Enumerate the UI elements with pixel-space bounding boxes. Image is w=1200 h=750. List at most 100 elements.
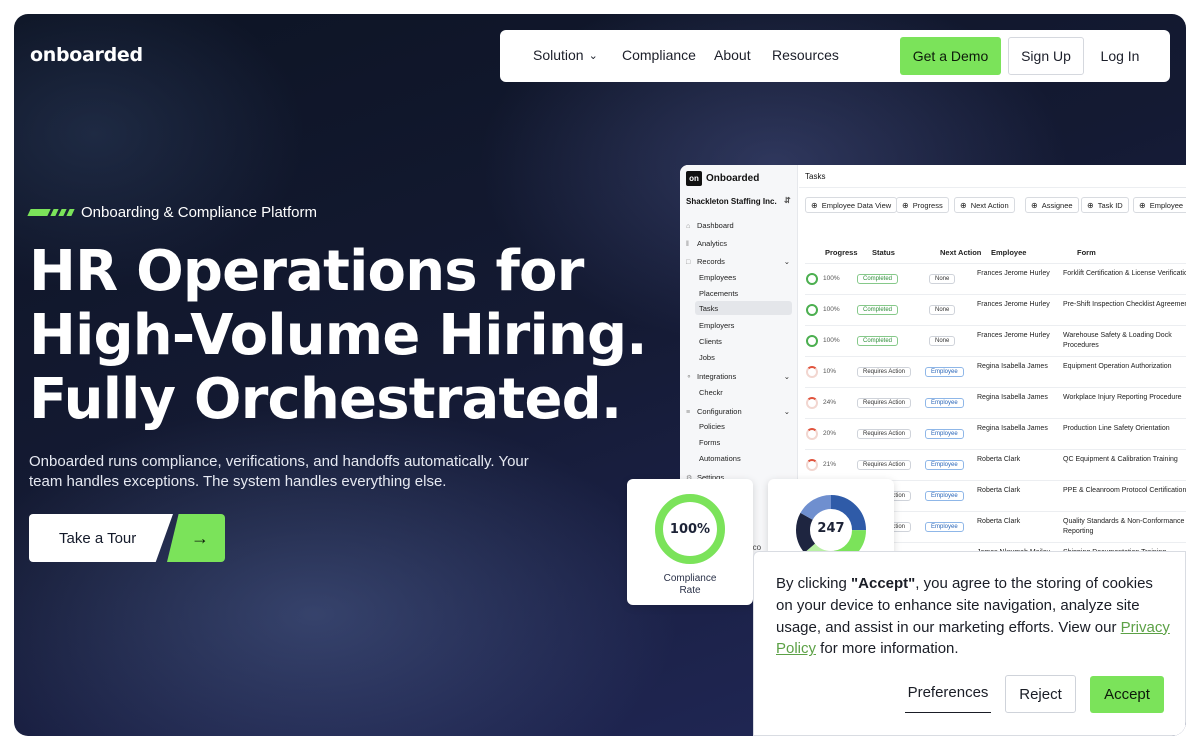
accept-button[interactable]: Accept [1090, 676, 1164, 713]
sidebar-item-employees: Employees [699, 273, 737, 282]
table-row[interactable]: 10% Requires Action Employee Regina Isabell… [805, 356, 1186, 387]
next-action-badge: None [929, 336, 956, 346]
updown-chevron-icon: ⇵ [784, 196, 791, 205]
status-badge: Completed [857, 274, 899, 284]
progress-percent: 24% [823, 399, 837, 406]
filter-label: Progress [912, 200, 943, 210]
next-action-badge: None [929, 274, 956, 284]
col-progress: Progress [825, 248, 858, 257]
headline-line-2: High-Volume Hiring. [29, 303, 648, 368]
progress-ring-icon [806, 273, 818, 285]
nav-solution[interactable]: Solution ⌄ [533, 47, 598, 63]
status-badge: Completed [857, 305, 899, 315]
employee-name: Roberta Clark [977, 487, 1021, 494]
cookie-text-end: for more information. [816, 640, 959, 658]
folder-icon: □ [686, 259, 691, 266]
progress-percent: 21% [823, 461, 837, 468]
progress-ring-icon [806, 366, 818, 378]
compliance-rate-card: 100% Compliance Rate [627, 479, 753, 605]
plus-circle-icon: ⊕ [811, 200, 818, 210]
platform-tag-text: Onboarding & Compliance Platform [81, 204, 317, 221]
table-row[interactable]: 100% Completed None Frances Jerome Hurley Wa… [805, 325, 1186, 356]
form-name: Production Line Safety Orientation [1063, 425, 1170, 432]
progress-percent: 20% [823, 430, 837, 437]
table-row[interactable]: 21% Requires Action Employee Roberta Clark Q… [805, 449, 1186, 480]
reject-button[interactable]: Reject [1005, 675, 1076, 713]
form-name: PPE & Cleanroom Protocol Certification [1063, 487, 1186, 494]
sidebar-item-checkr: Checkr [699, 388, 723, 397]
chevron-down-icon: ⌄ [783, 407, 790, 416]
cookie-accept-quote: "Accept" [851, 575, 916, 592]
sidebar-item-clients: Clients [699, 337, 722, 346]
rate-label-line-1: Compliance [663, 573, 717, 584]
hero-headline: HR Operations for High-Volume Hiring. Fu… [29, 240, 648, 432]
plus-circle-icon: ⊕ [902, 200, 909, 210]
sliders-icon: ≡ [686, 409, 691, 416]
progress-percent: 100% [823, 306, 840, 313]
employee-name: Frances Jerome Hurley [977, 270, 1050, 277]
filter-employee: ⊕ Employee [1133, 197, 1186, 213]
status-badge: Requires Action [857, 429, 912, 439]
sidebar-item-dashboard: ⌂ Dashboard [686, 221, 734, 230]
sidebar-label: Dashboard [697, 221, 734, 230]
chevron-down-icon: ⌄ [783, 257, 790, 266]
next-action-badge: Employee [925, 429, 964, 439]
form-name: Warehouse Safety & Loading Dock Procedur… [1063, 332, 1172, 349]
col-employee: Employee [991, 248, 1027, 257]
sidebar-item-placements: Placements [699, 289, 739, 298]
plug-icon: ⚬ [686, 374, 692, 381]
form-name: Forklift Certification & License Verific… [1063, 270, 1186, 277]
next-action-badge: Employee [925, 491, 964, 501]
filter-task-id: ⊕ Task ID [1081, 197, 1129, 213]
next-action-badge: None [929, 305, 956, 315]
table-row[interactable]: 24% Requires Action Employee Regina Isabell… [805, 387, 1186, 418]
get-demo-button[interactable]: Get a Demo [900, 37, 1001, 75]
progress-percent: 100% [823, 337, 840, 344]
filter-label: Assignee [1041, 200, 1073, 210]
next-action-badge: Employee [925, 522, 964, 532]
nav-about[interactable]: About [714, 47, 751, 63]
table-row[interactable]: 100% Completed None Frances Jerome Hurley Pr… [805, 294, 1186, 325]
filter-progress: ⊕ Progress [896, 197, 949, 213]
hero-subtext: Onboarded runs compliance, verifications… [29, 453, 529, 490]
filter-label: Employee Data View [821, 200, 892, 210]
plus-circle-icon: ⊕ [960, 200, 967, 210]
nav-compliance[interactable]: Compliance [622, 47, 696, 63]
col-status: Status [872, 248, 895, 257]
next-action-badge: Employee [925, 460, 964, 470]
col-form: Form [1077, 248, 1096, 257]
nav-resources[interactable]: Resources [772, 47, 839, 63]
employee-name: Regina Isabella James [977, 363, 1048, 370]
sidebar-item-analytics: ‖ Analytics [686, 239, 727, 248]
status-badge: Requires Action [857, 367, 912, 377]
preferences-button[interactable]: Preferences [905, 673, 991, 713]
table-row[interactable]: 20% Requires Action Employee Regina Isabell… [805, 418, 1186, 449]
log-in-button[interactable]: Log In [1098, 37, 1142, 75]
chart-icon: ‖ [686, 241, 689, 248]
form-name: Pre-Shift Inspection Checklist Agreement [1063, 301, 1186, 308]
table-row[interactable]: 100% Completed None Frances Jerome Hurley Fo… [805, 263, 1186, 294]
next-action-badge: Employee [925, 367, 964, 377]
platform-tag: Onboarding & Compliance Platform [27, 204, 317, 221]
sidebar-item-records: □ Records ⌄ [686, 257, 792, 266]
arrow-right-icon[interactable]: → [167, 514, 225, 562]
dashboard-preview: on Onboarded Shackleton Staffing Inc. ⇵ … [680, 165, 1186, 565]
take-tour-button[interactable]: Take a Tour [29, 514, 173, 562]
filter-label: Employee [1149, 200, 1184, 210]
employee-name: Roberta Clark [977, 518, 1021, 525]
divider [799, 187, 1186, 188]
onboarded-logo[interactable]: onboarded [30, 44, 143, 66]
plus-circle-icon: ⊕ [1087, 200, 1094, 210]
col-next-action: Next Action [940, 248, 982, 257]
hero-section: onboarded Solution ⌄ Compliance About Res… [14, 14, 1186, 736]
sidebar-label: Integrations [697, 372, 737, 381]
tasks-title: Tasks [805, 172, 826, 181]
form-name: QC Equipment & Calibration Training [1063, 456, 1178, 463]
sidebar-item-configuration: ≡ Configuration ⌄ [686, 407, 792, 416]
sign-up-button[interactable]: Sign Up [1008, 37, 1084, 75]
cookie-banner: By clicking "Accept", you agree to the s… [753, 551, 1186, 736]
compliance-rate-value: 100% [669, 522, 711, 537]
home-icon: ⌂ [686, 223, 691, 230]
progress-ring-icon [806, 335, 818, 347]
company-selector: Shackleton Staffing Inc. ⇵ [686, 196, 791, 206]
